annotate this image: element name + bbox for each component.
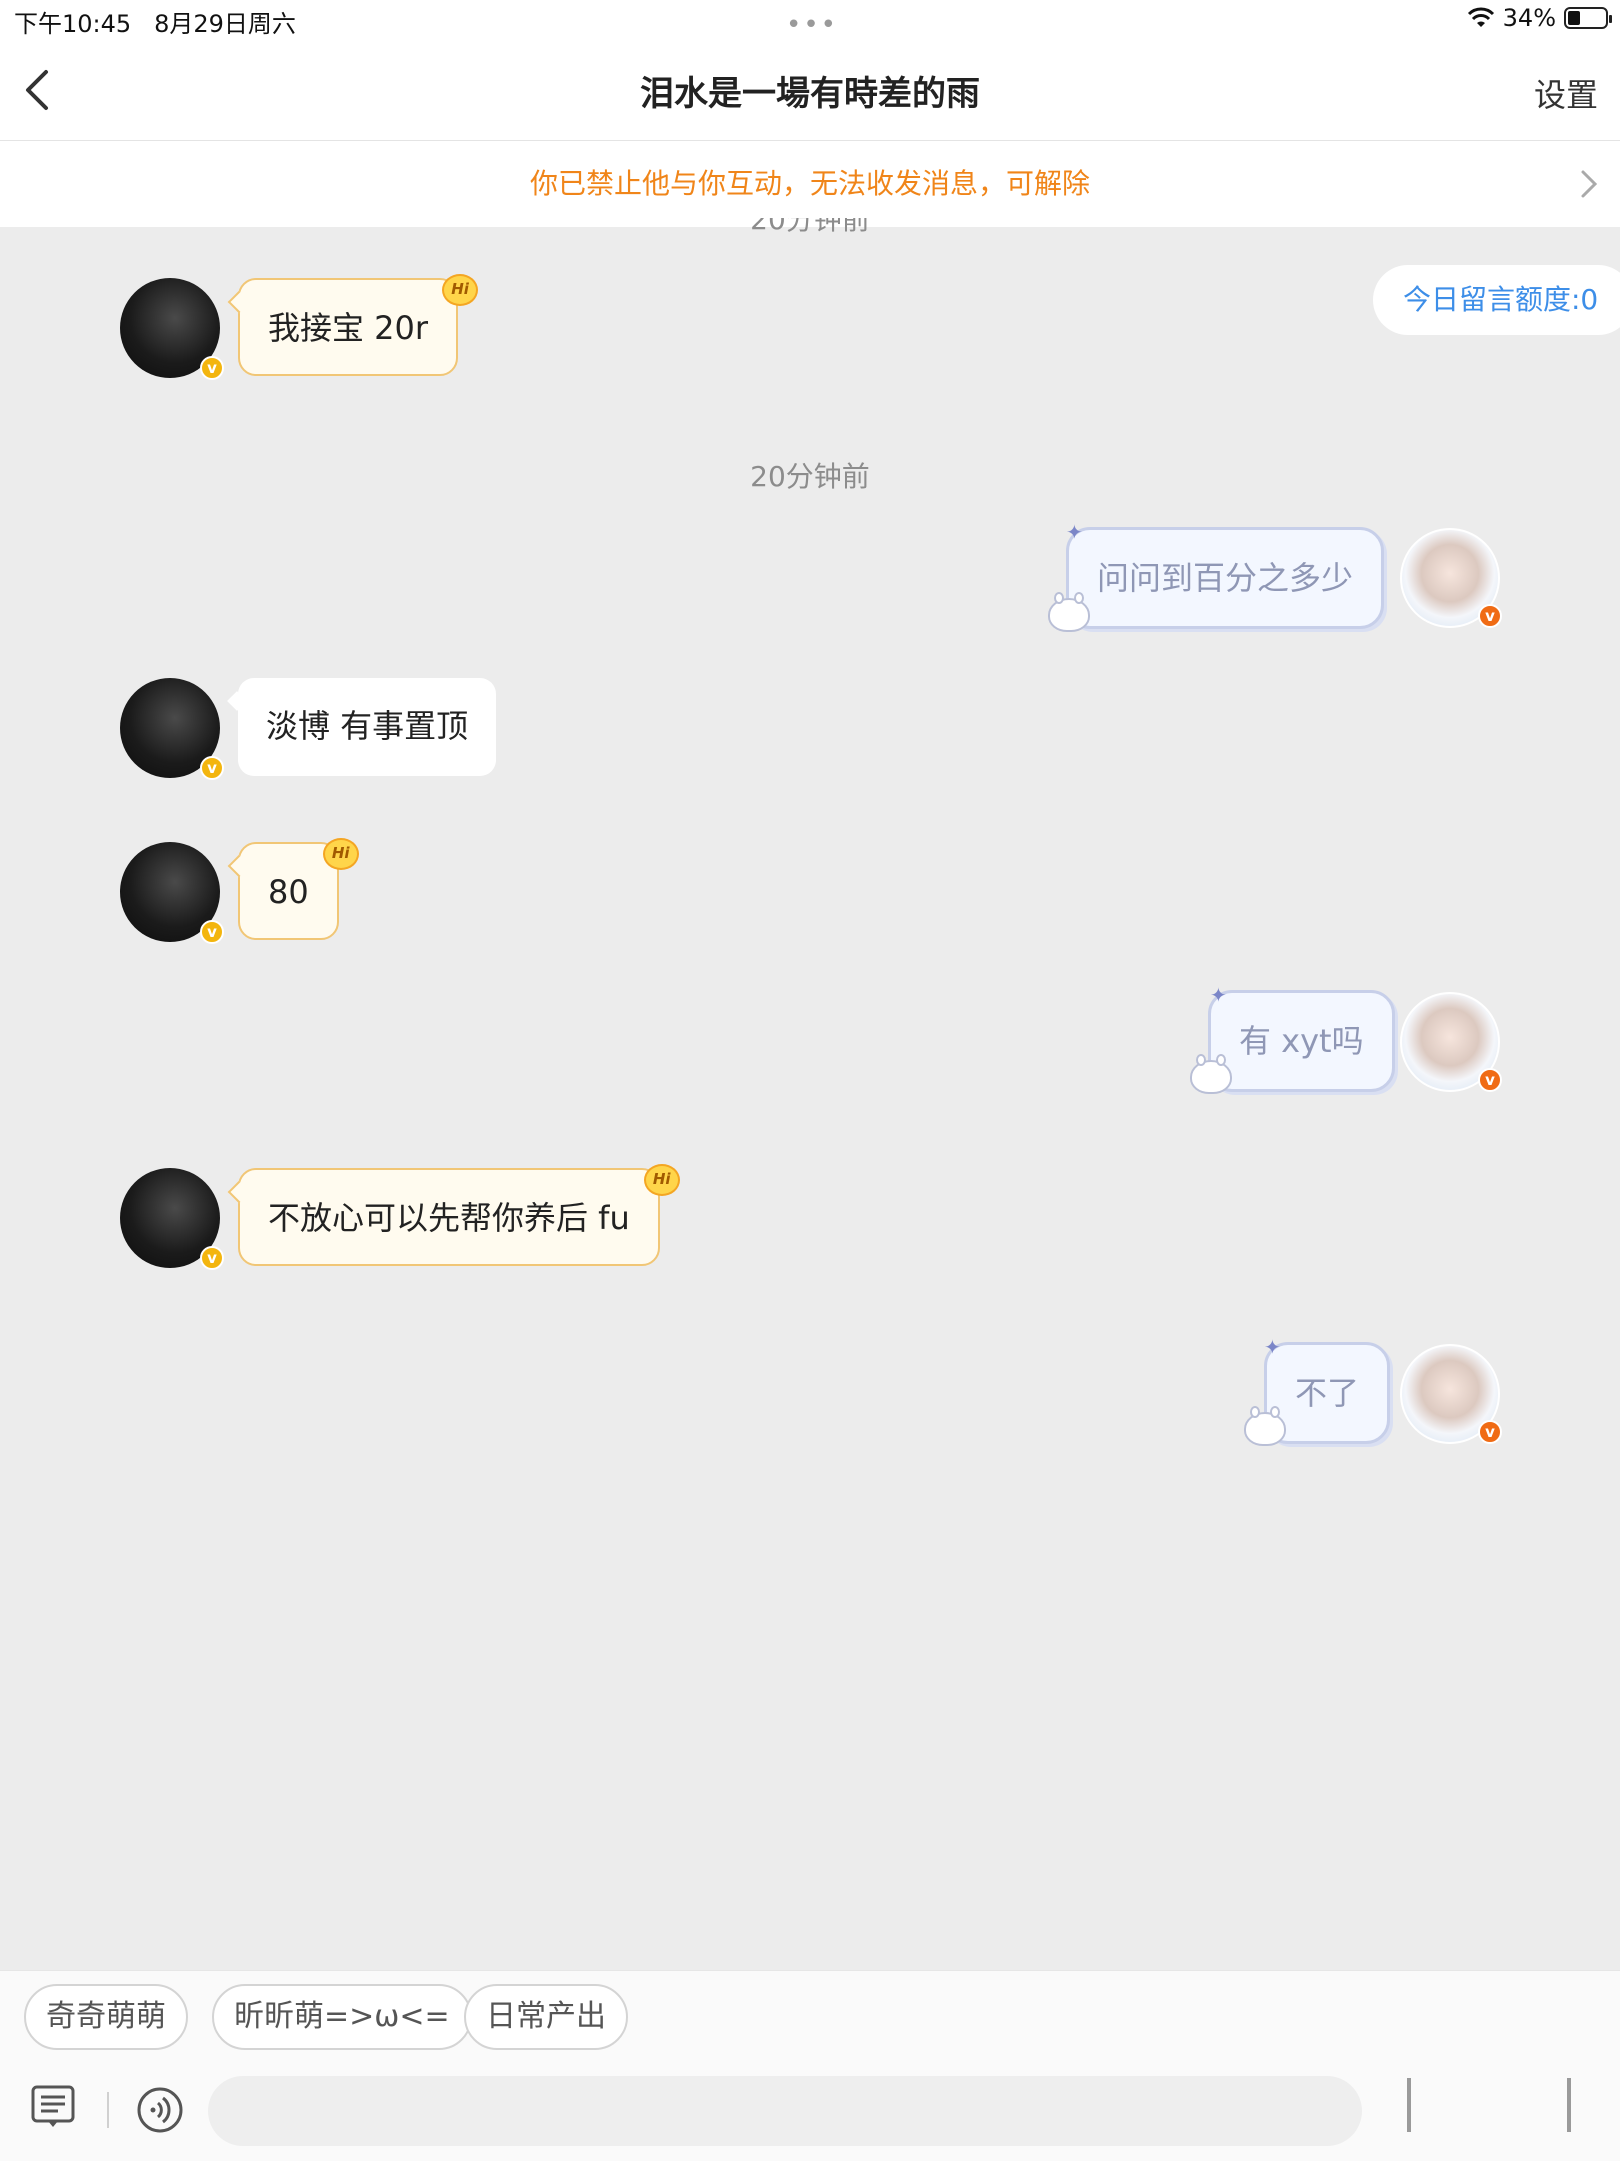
resize-handle-icon[interactable] <box>1404 2078 1414 2132</box>
nav-bar: 泪水是一場有時差的雨 设置 <box>0 40 1620 141</box>
resize-handle-icon[interactable] <box>1564 2078 1574 2132</box>
message-text: 问问到百分之多少 <box>1097 559 1354 597</box>
blocked-banner[interactable]: 你已禁止他与你互动，无法收发消息，可解除 <box>0 141 1620 227</box>
bunny-sticker-icon <box>1190 1054 1232 1094</box>
verified-badge: v <box>1478 1068 1502 1092</box>
avatar-me[interactable]: v <box>1400 528 1502 628</box>
blocked-banner-text: 你已禁止他与你互动，无法收发消息，可解除 <box>529 167 1090 200</box>
message-text: 我接宝 20r <box>268 309 429 347</box>
message-input[interactable] <box>208 2076 1362 2146</box>
message-text: 不放心可以先帮你养后 fu <box>268 1199 630 1237</box>
settings-button[interactable]: 设置 <box>1534 70 1598 116</box>
keyboard-list-icon[interactable] <box>30 2084 76 2130</box>
hi-sticker-icon: Hi <box>643 1164 680 1196</box>
avatar-them[interactable]: v <box>120 842 224 944</box>
avatar-them[interactable]: v <box>120 678 224 780</box>
hi-sticker-icon: Hi <box>442 274 479 306</box>
timestamp-clipped: 20分钟前 <box>0 218 1620 234</box>
avatar-me[interactable]: v <box>1400 1344 1502 1444</box>
voice-icon[interactable] <box>136 2086 184 2134</box>
sparkle-icon: ✦ <box>1066 520 1083 544</box>
bunny-sticker-icon <box>1244 1406 1286 1446</box>
verified-badge: v <box>200 920 224 944</box>
status-bar: 下午10:45 8月29日周六 ••• 34% <box>0 0 1620 40</box>
avatar-them[interactable]: v <box>120 278 224 380</box>
chat-title: 泪水是一場有時差的雨 <box>640 74 980 114</box>
timestamp: 20分钟前 <box>750 460 870 493</box>
input-divider <box>107 2092 109 2128</box>
hi-sticker-icon: Hi <box>322 838 359 870</box>
avatar-me[interactable]: v <box>1400 992 1502 1092</box>
battery-percent: 34% <box>1502 4 1556 32</box>
message-text: 淡博 有事置顶 <box>266 707 469 745</box>
multitask-dots[interactable]: ••• <box>786 10 838 40</box>
message-text: 80 <box>268 873 309 911</box>
sparkle-icon: ✦ <box>1210 983 1227 1007</box>
sparkle-icon: ✦ <box>1264 1335 1281 1359</box>
status-right: 34% <box>1467 4 1612 32</box>
verified-badge: v <box>1478 604 1502 628</box>
message-bubble-them[interactable]: 淡博 有事置顶 <box>238 678 497 776</box>
verified-badge: v <box>200 356 224 380</box>
quick-reply-chip[interactable]: 日常产出 <box>464 1984 628 2050</box>
avatar-them[interactable]: v <box>120 1168 224 1270</box>
wifi-icon <box>1467 7 1494 27</box>
message-text: 有 xyt吗 <box>1239 1022 1364 1060</box>
message-bubble-them[interactable]: 我接宝 20r Hi <box>238 274 479 376</box>
verified-badge: v <box>200 756 224 780</box>
message-bubble-them[interactable]: 不放心可以先帮你养后 fu Hi <box>238 1164 680 1266</box>
message-bubble-me[interactable]: 问问到百分之多少 <box>1066 527 1385 629</box>
verified-badge: v <box>1478 1420 1502 1444</box>
battery-icon <box>1564 7 1612 29</box>
chevron-right-icon <box>1581 170 1598 198</box>
message-bubble-me[interactable]: 有 xyt吗 <box>1208 990 1395 1092</box>
bunny-sticker-icon <box>1048 592 1090 632</box>
quick-reply-chip[interactable]: 奇奇萌萌 <box>24 1984 188 2050</box>
quick-reply-chip[interactable]: 昕昕萌=>ω<= <box>212 1984 472 2050</box>
message-quota: 今日留言额度:0 <box>1373 265 1620 335</box>
message-bubble-them[interactable]: 80 Hi <box>238 838 359 940</box>
status-time: 下午10:45 8月29日周六 <box>14 10 296 38</box>
verified-badge: v <box>200 1246 224 1270</box>
message-text: 不了 <box>1295 1374 1360 1412</box>
